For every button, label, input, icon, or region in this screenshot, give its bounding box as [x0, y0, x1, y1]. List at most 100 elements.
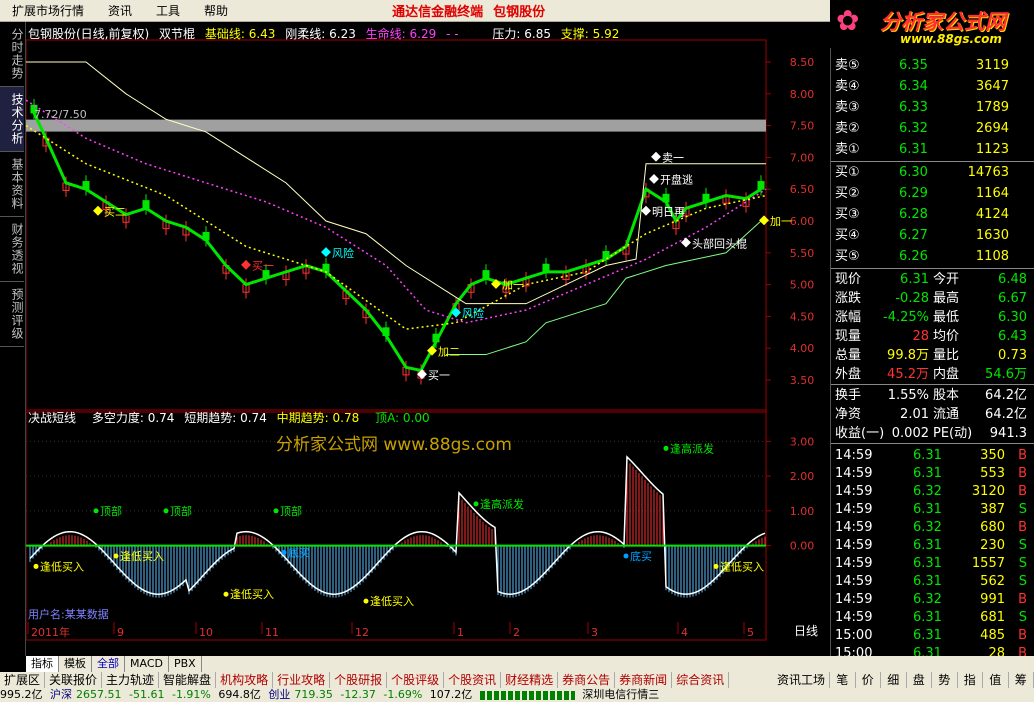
osc-signal-label: 逢低买入: [230, 588, 274, 601]
ask-row[interactable]: 卖① 6.31 1123: [831, 140, 1034, 159]
tick-direction: B: [1018, 592, 1027, 607]
tick-row[interactable]: 14:59 6.31 230 S: [831, 536, 1034, 555]
right-tab[interactable]: 盘: [907, 672, 932, 688]
func-tab[interactable]: 券商公告: [558, 672, 616, 688]
info-workshop-tab[interactable]: 资讯工场: [773, 672, 830, 688]
tab-finance[interactable]: 财务透视: [0, 217, 24, 282]
func-tab[interactable]: 财经精选: [501, 672, 559, 688]
tick-volume: 562: [980, 574, 1005, 589]
tick-row[interactable]: 14:59 6.31 562 S: [831, 572, 1034, 591]
func-tab[interactable]: 机构攻略: [216, 672, 274, 688]
osc-signal-label: 逢高派发: [670, 441, 714, 455]
menu-market[interactable]: 扩展市场行情: [0, 2, 96, 19]
ask-row[interactable]: 卖⑤ 6.35 3119: [831, 56, 1034, 75]
tick-time: 14:59: [835, 592, 873, 607]
ask-price: 6.34: [899, 79, 928, 94]
tick-row[interactable]: 14:59 6.31 1557 S: [831, 554, 1034, 573]
tab-forecast[interactable]: 预测评级: [0, 282, 24, 347]
divider: [831, 268, 1034, 269]
tick-price: 6.31: [913, 538, 942, 553]
top-a-value: 顶A: 0.00: [375, 411, 430, 425]
func-tab[interactable]: 个股资讯: [444, 672, 502, 688]
tick-row[interactable]: 14:59 6.32 3120 B: [831, 482, 1034, 501]
right-tab[interactable]: 筹: [1009, 672, 1034, 688]
quote-value: 6.30: [998, 310, 1027, 325]
osc-signal-label: 底买: [630, 549, 652, 563]
tab-technical[interactable]: 技术分析: [0, 87, 24, 152]
tab-all[interactable]: 全部: [92, 656, 125, 672]
quote-row: 涨幅 -4.25% 最低 6.30: [831, 308, 1034, 327]
right-tab[interactable]: 价: [856, 672, 881, 688]
tick-row[interactable]: 14:59 6.31 350 B: [831, 446, 1034, 465]
sh-index-label[interactable]: 沪深: [50, 688, 72, 701]
func-tab[interactable]: 智能解盘: [159, 672, 217, 688]
tab-pbx[interactable]: PBX: [169, 656, 202, 672]
bid-row[interactable]: 买① 6.30 14763: [831, 163, 1034, 182]
tick-row[interactable]: 14:59 6.31 553 B: [831, 464, 1034, 483]
app-brand: 通达信金融终端: [392, 5, 484, 20]
menu-help[interactable]: 帮助: [192, 2, 240, 19]
func-tab[interactable]: 关联报价: [45, 672, 103, 688]
bid-label: 买③: [835, 207, 860, 222]
bid-volume: 1164: [975, 186, 1009, 201]
func-tab[interactable]: 行业攻略: [273, 672, 331, 688]
bid-row[interactable]: 买⑤ 6.26 1108: [831, 247, 1034, 266]
quote-value: 6.43: [998, 329, 1027, 344]
cy-index-label[interactable]: 创业: [268, 688, 290, 701]
tab-macd[interactable]: MACD: [125, 656, 169, 672]
tick-row[interactable]: 14:59 6.31 681 S: [831, 608, 1034, 627]
ask-row[interactable]: 卖② 6.32 2694: [831, 119, 1034, 138]
fund-value: 1.55%: [887, 388, 929, 403]
ask-row[interactable]: 卖③ 6.33 1789: [831, 98, 1034, 117]
tick-volume: 680: [980, 520, 1005, 535]
quote-panel: 卖⑤ 6.35 3119 卖④ 6.34 3647 卖③ 6.33 1789 卖② 6.32 2694…: [830, 48, 1034, 661]
tick-row[interactable]: 14:59 6.32 680 B: [831, 518, 1034, 537]
osc-signal-dot: [273, 508, 279, 514]
bid-row[interactable]: 买③ 6.28 4124: [831, 205, 1034, 224]
func-tab[interactable]: 券商新闻: [615, 672, 673, 688]
func-tab[interactable]: 个股研报: [330, 672, 388, 688]
price-tag: 7.72/7.50: [34, 108, 87, 121]
chart-area[interactable]: 包钢股份(日线,前复权) 双节棍 基础线: 6.43 刚柔线: 6.23 生命线…: [26, 22, 830, 656]
quote-value: 6.31: [900, 272, 929, 287]
osc-signal-dot: [223, 591, 229, 597]
signal-marker: [649, 174, 659, 184]
tick-price: 6.32: [913, 592, 942, 607]
func-tab[interactable]: 综合资讯: [672, 672, 730, 688]
func-tab[interactable]: 主力轨迹: [102, 672, 160, 688]
ask-volume: 3647: [975, 79, 1009, 94]
quote-row: 外盘 45.2万 内盘 54.6万: [831, 365, 1034, 384]
tab-basic-info[interactable]: 基本资料: [0, 152, 24, 217]
menu-tools[interactable]: 工具: [144, 2, 192, 19]
bid-row[interactable]: 买② 6.29 1164: [831, 184, 1034, 203]
tick-row[interactable]: 14:59 6.32 991 B: [831, 590, 1034, 609]
tab-indicator[interactable]: 指标: [26, 656, 59, 672]
tick-row[interactable]: 14:59 6.31 387 S: [831, 500, 1034, 519]
menu-news[interactable]: 资讯: [96, 2, 144, 19]
main-panel-frame: [26, 39, 767, 411]
right-tab[interactable]: 细: [881, 672, 907, 688]
right-tab[interactable]: 指: [958, 672, 983, 688]
signal-label: 买一: [252, 260, 274, 273]
tab-intraday[interactable]: 分时走势: [0, 22, 24, 87]
period-label[interactable]: 日线: [794, 622, 818, 639]
ask-row[interactable]: 卖④ 6.34 3647: [831, 77, 1034, 96]
tick-price: 6.31: [913, 502, 942, 517]
bid-row[interactable]: 买④ 6.27 1630: [831, 226, 1034, 245]
quote-row: 现量 28 均价 6.43: [831, 327, 1034, 346]
tick-time: 14:59: [835, 520, 873, 535]
fund-value: 64.2亿: [985, 388, 1027, 403]
tick-row[interactable]: 15:00 6.31 485 B: [831, 626, 1034, 645]
price-tick-label: 4.50: [790, 310, 815, 323]
right-tab[interactable]: 笔: [830, 672, 856, 688]
right-tab[interactable]: 值: [983, 672, 1009, 688]
osc-tick-label: 0.00: [790, 540, 815, 553]
func-tab[interactable]: 扩展区: [0, 672, 46, 688]
func-tab[interactable]: 个股评级: [387, 672, 445, 688]
right-tab[interactable]: 势: [932, 672, 958, 688]
signal-marker: [93, 205, 103, 216]
tick-price: 6.31: [913, 628, 942, 643]
osc-tick-label: 1.00: [790, 505, 815, 518]
tab-template[interactable]: 模板: [59, 656, 92, 672]
bid-price: 6.30: [899, 165, 928, 180]
